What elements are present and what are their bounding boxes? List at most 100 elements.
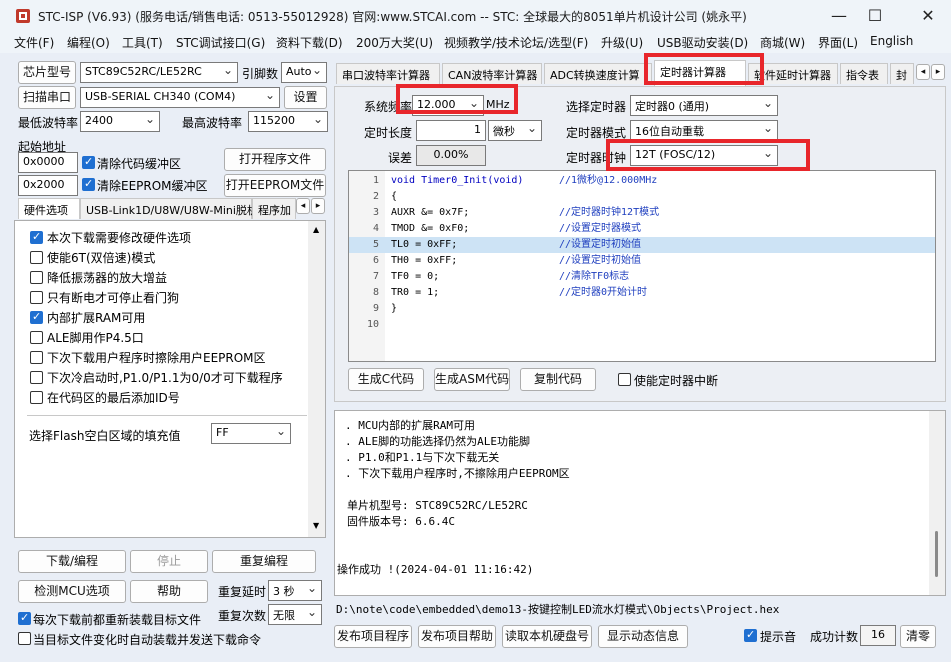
clear-eeprom-checkbox[interactable] [82, 177, 95, 191]
pin-count-select[interactable]: Auto [281, 62, 327, 83]
log-line: . P1.0和P1.1与下次下载无关 [345, 451, 500, 464]
option-checkbox-0[interactable] [30, 230, 43, 244]
option-checkbox-6[interactable] [30, 351, 43, 364]
eeprom-address-input[interactable]: 0x2000 [18, 175, 78, 196]
option-label-0: 本次下载需要修改硬件选项 [47, 231, 192, 245]
generate-asm-code-button[interactable]: 生成ASM代码 [434, 368, 510, 391]
close-button[interactable]: ✕ [905, 0, 951, 31]
menu-downloads[interactable]: 资料下载(D) [276, 34, 343, 51]
enable-timer-interrupt-checkbox[interactable] [618, 373, 631, 386]
settings-button[interactable]: 设置 [284, 86, 327, 109]
menu-upgrade[interactable]: 升级(U) [601, 34, 643, 51]
menu-video-forum[interactable]: 视频教学/技术论坛/选型(F) [444, 34, 588, 51]
option-label-4: 内部扩展RAM可用 [47, 311, 146, 325]
menu-usb-driver[interactable]: USB驱动安装(D) [657, 34, 748, 51]
code-line: 3 AUXR &= 0x7F;//定时器时钟12T模式 [372, 207, 660, 218]
window-title: STC-ISP (V6.93) (服务电话/销售电话: 0513-5501292… [38, 10, 747, 24]
tab-scroll-right-icon[interactable]: ▸ [311, 198, 325, 214]
generated-code-view[interactable]: 1 void Timer0_Init(void)//1微秒@12.000MHz 2… [348, 170, 936, 362]
tab-scroll-left-icon[interactable]: ◂ [296, 198, 310, 214]
scroll-down-icon[interactable]: ▼ [313, 521, 319, 530]
repeat-count-label: 重复次数 [218, 609, 267, 623]
open-eeprom-button[interactable]: 打开EEPROM文件 [224, 174, 326, 197]
publish-help-button[interactable]: 发布项目帮助 [418, 625, 496, 648]
min-baud-select[interactable]: 2400 [80, 111, 160, 132]
tab-adc-speed-calc[interactable]: ADC转换速度计算 [544, 63, 652, 84]
repeat-delay-label: 重复延时 [218, 585, 267, 599]
clear-code-checkbox[interactable] [82, 155, 95, 169]
option-checkbox-3[interactable] [30, 291, 43, 304]
timer-select[interactable]: 定时器0 (通用) [630, 95, 778, 116]
option-label-3: 只有断电才可停止看门狗 [47, 291, 180, 305]
generate-c-code-button[interactable]: 生成C代码 [348, 368, 424, 391]
menu-prize[interactable]: 200万大奖(U) [356, 34, 433, 51]
menu-shop[interactable]: 商城(W) [760, 34, 805, 51]
timer-unit-select[interactable]: 微秒 [488, 120, 542, 141]
output-log[interactable]: . MCU内部的扩展RAM可用 . ALE脚的功能选择仍然为ALE功能脚 . P… [334, 410, 946, 596]
right-tab-scroll-right-icon[interactable]: ▸ [931, 64, 945, 80]
code-line: 4 TMOD &= 0xF0;//设置定时器模式 [372, 223, 642, 234]
scroll-up-icon[interactable]: ▲ [313, 225, 319, 234]
code-line: 10 [366, 319, 379, 330]
option-checkbox-8[interactable] [30, 391, 43, 404]
options-scrollbar[interactable]: ▲ ▼ [308, 221, 325, 537]
timer-length-input[interactable]: 1 [416, 120, 486, 141]
check-mcu-button[interactable]: 检测MCU选项 [18, 580, 126, 603]
timer-mode-select[interactable]: 16位自动重载 [630, 120, 778, 141]
help-button[interactable]: 帮助 [130, 580, 208, 603]
beep-checkbox[interactable] [744, 628, 757, 642]
repeat-delay-select[interactable]: 3 秒 [268, 580, 322, 601]
clear-code-label: 清除代码缓冲区 [97, 157, 182, 171]
menu-english[interactable]: English [870, 34, 913, 48]
read-disk-id-button[interactable]: 读取本机硬盘号 [502, 625, 592, 648]
repeat-count-select[interactable]: 无限 [268, 604, 322, 625]
error-value: 0.00% [416, 145, 486, 166]
chip-model-select[interactable]: STC89C52RC/LE52RC [80, 62, 238, 83]
show-dynamic-info-button[interactable]: 显示动态信息 [598, 625, 688, 648]
right-tab-scroll-left-icon[interactable]: ◂ [916, 64, 930, 80]
auto-send-checkbox[interactable] [18, 632, 31, 645]
open-program-button[interactable]: 打开程序文件 [224, 148, 326, 171]
scan-port-button[interactable]: 扫描串口 [18, 86, 76, 109]
maximize-button[interactable]: ☐ [852, 0, 898, 31]
option-checkbox-4[interactable] [30, 310, 43, 324]
menu-program[interactable]: 编程(O) [67, 34, 110, 51]
port-select[interactable]: USB-SERIAL CH340 (COM4) [80, 87, 280, 108]
pin-count-label: 引脚数 [242, 67, 279, 81]
auto-send-label: 当目标文件变化时自动装载并发送下载命令 [33, 633, 262, 647]
code-line: 2{ [372, 191, 398, 202]
tab-usb-link[interactable]: USB-Link1D/U8W/U8W-Mini脱机 [80, 198, 258, 219]
fill-value-select[interactable]: FF [211, 423, 291, 444]
repeat-program-button[interactable]: 重复编程 [212, 550, 316, 573]
tab-hardware-options[interactable]: 硬件选项 [18, 198, 80, 219]
menu-tools[interactable]: 工具(T) [122, 34, 163, 51]
chip-model-button[interactable]: 芯片型号 [18, 61, 76, 84]
tab-uart-baud-calc[interactable]: 串口波特率计算器 [336, 63, 440, 84]
stop-button[interactable]: 停止 [130, 550, 208, 573]
option-checkbox-1[interactable] [30, 251, 43, 264]
max-baud-select[interactable]: 115200 [248, 111, 328, 132]
menu-interface[interactable]: 界面(L) [818, 34, 858, 51]
download-program-button[interactable]: 下载/编程 [18, 550, 126, 573]
menu-file[interactable]: 文件(F) [14, 34, 54, 51]
menu-debug-interface[interactable]: STC调试接口(G) [176, 34, 265, 51]
tab-program-add[interactable]: 程序加 [252, 198, 296, 219]
hardware-options-panel: 本次下载需要修改硬件选项 使能6T(双倍速)模式 降低振荡器的放大增益 只有断电… [14, 220, 326, 538]
option-checkbox-5[interactable] [30, 331, 43, 344]
tab-instruction-table[interactable]: 指令表 [840, 63, 888, 84]
option-label-8: 在代码区的最后添加ID号 [47, 391, 180, 405]
option-checkbox-7[interactable] [30, 371, 43, 384]
copy-code-button[interactable]: 复制代码 [520, 368, 596, 391]
publish-project-button[interactable]: 发布项目程序 [334, 625, 412, 648]
log-scroll-thumb[interactable] [935, 531, 938, 577]
reload-file-checkbox[interactable] [18, 611, 31, 625]
hex-file-path: D:\note\code\embedded\demo13-按键控制LED流水灯模… [336, 603, 780, 616]
tab-more[interactable]: 封 [890, 63, 914, 84]
log-scrollbar[interactable] [929, 411, 945, 595]
code-line: 1 void Timer0_Init(void)//1微秒@12.000MHz [372, 175, 658, 186]
clear-eeprom-label: 清除EEPROM缓冲区 [97, 179, 208, 193]
clear-count-button[interactable]: 清零 [900, 625, 936, 648]
tab-can-baud-calc[interactable]: CAN波特率计算器 [442, 63, 542, 84]
option-checkbox-2[interactable] [30, 271, 43, 284]
code-address-input[interactable]: 0x0000 [18, 152, 78, 173]
